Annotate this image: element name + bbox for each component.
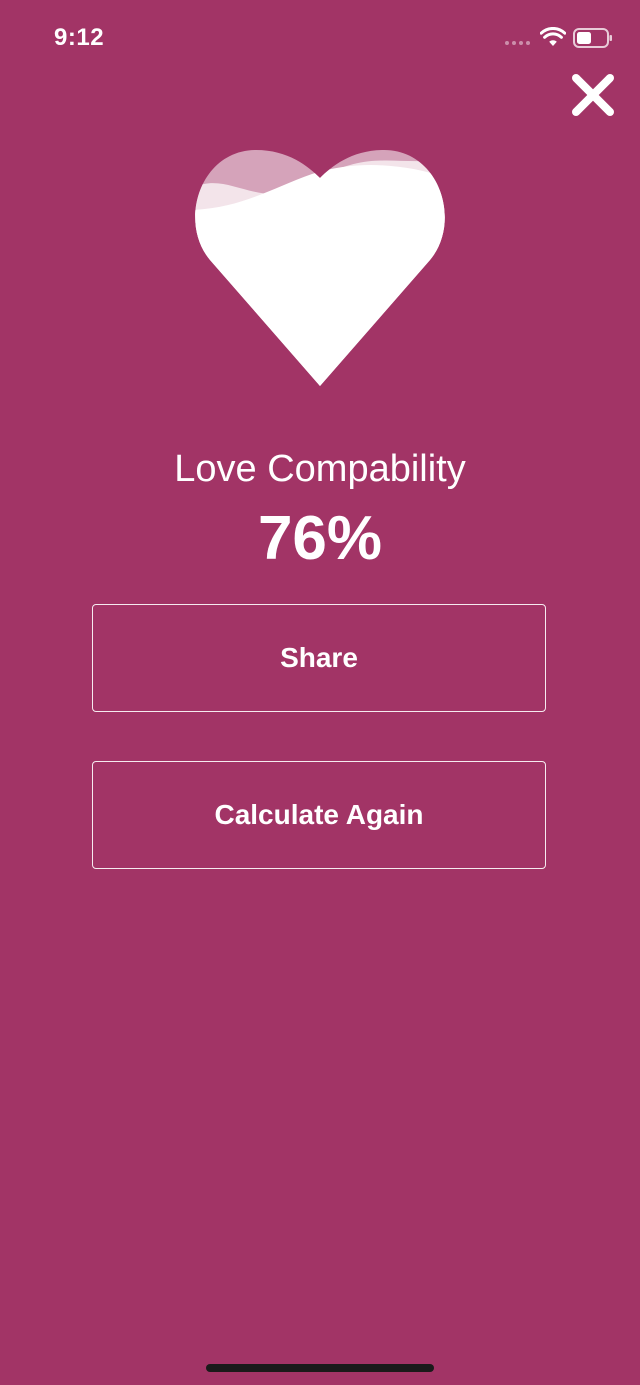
compatibility-percent: 76% bbox=[257, 504, 383, 573]
status-time: 9:12 bbox=[54, 24, 105, 51]
cellular-signal-icon bbox=[505, 41, 530, 45]
calculate-again-button[interactable]: Calculate Again bbox=[92, 761, 546, 869]
status-bar: 9:12 bbox=[0, 0, 640, 80]
result-title: Love Compability bbox=[174, 448, 466, 490]
heart-icon bbox=[195, 150, 445, 386]
close-icon[interactable] bbox=[570, 72, 616, 118]
home-indicator[interactable] bbox=[206, 1364, 434, 1372]
share-button[interactable]: Share bbox=[92, 604, 546, 712]
battery-icon bbox=[573, 28, 612, 48]
wifi-icon bbox=[540, 27, 566, 46]
